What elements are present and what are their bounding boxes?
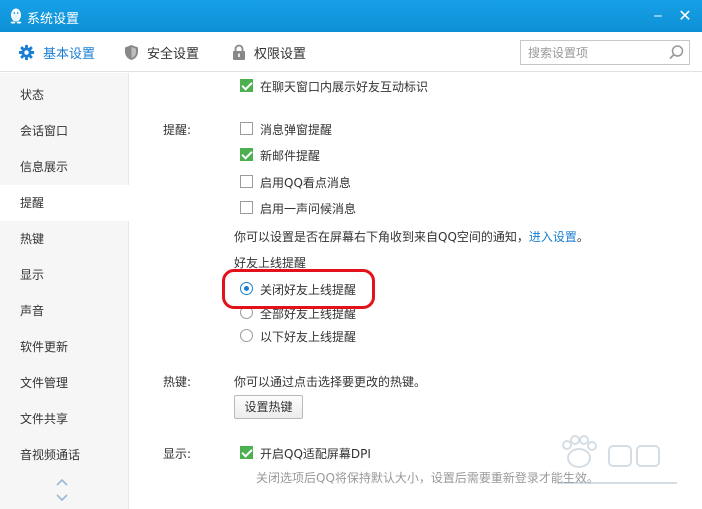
sidebar-item-file-management[interactable]: 文件管理	[0, 365, 129, 401]
message-popup-checkbox[interactable]	[240, 122, 253, 135]
gear-icon	[18, 44, 35, 60]
minimize-button[interactable]: ‒	[648, 6, 668, 26]
enter-settings-link[interactable]: 进入设置	[529, 230, 577, 244]
tab-permission-settings-label: 权限设置	[254, 46, 307, 62]
sidebar-item-info-display[interactable]: 信息展示	[0, 149, 129, 185]
sidebar-item-status[interactable]: 状态	[0, 77, 129, 113]
selected-friends-online-radio[interactable]	[240, 329, 253, 342]
sidebar-item-sound[interactable]: 声音	[0, 293, 129, 329]
sidebar-item-file-sharing[interactable]: 文件共享	[0, 401, 129, 437]
hotkeys-section-label: 热键:	[163, 375, 192, 389]
settings-content: 在聊天窗口内展示好友互动标识 提醒: 消息弹窗提醒 新邮件提醒 启用QQ看点消息…	[130, 73, 702, 509]
sidebar-item-chat-window[interactable]: 会话窗口	[0, 113, 129, 149]
message-popup-label: 消息弹窗提醒	[260, 123, 333, 137]
baidu-paw-watermark	[557, 435, 677, 484]
settings-sidebar: 状态 会话窗口 信息展示 提醒 热键 显示 声音 软件更新 文件管理 文件共享 …	[0, 73, 129, 509]
new-mail-checkbox[interactable]	[240, 148, 253, 161]
new-mail-label: 新邮件提醒	[260, 149, 321, 163]
top-toolbar: 基本设置 安全设置 权限设置	[0, 32, 702, 72]
qq-kandian-label: 启用QQ看点消息	[260, 176, 351, 190]
tab-security-settings-label: 安全设置	[147, 46, 200, 62]
greeting-message-label: 启用一声问候消息	[260, 202, 357, 216]
dpi-adapt-checkbox[interactable]	[240, 446, 253, 459]
lock-icon	[233, 44, 245, 60]
search-icon[interactable]	[668, 44, 685, 61]
reminders-section-label: 提醒:	[163, 123, 192, 137]
shield-icon	[125, 44, 138, 60]
greeting-message-checkbox[interactable]	[240, 201, 253, 214]
qzone-notice-text: 你可以设置是否在屏幕右下角收到来自QQ空间的通知，进入设置。	[234, 228, 589, 245]
window-title: 系统设置	[27, 12, 80, 27]
qq-penguin-icon	[10, 8, 22, 24]
dpi-adapt-label: 开启QQ适配屏幕DPI	[260, 447, 371, 461]
tab-security-settings[interactable]: 安全设置	[124, 32, 199, 72]
search-input[interactable]	[521, 41, 661, 64]
qzone-notice-desc: 你可以设置是否在屏幕右下角收到来自QQ空间的通知，	[234, 230, 529, 244]
title-bar: 系统设置 ‒ ✕	[0, 0, 702, 32]
tab-permission-settings[interactable]: 权限设置	[232, 32, 306, 72]
selected-friends-online-label: 以下好友上线提醒	[260, 330, 357, 344]
chevron-up-icon[interactable]	[55, 477, 69, 487]
set-hotkeys-button[interactable]: 设置热键	[234, 395, 303, 419]
qzone-notice-end: 。	[576, 230, 589, 244]
close-button[interactable]: ✕	[675, 6, 695, 26]
tab-basic-settings-label: 基本设置	[43, 46, 96, 62]
sidebar-item-hotkeys[interactable]: 热键	[0, 221, 129, 257]
sidebar-item-reminders[interactable]: 提醒	[0, 185, 129, 221]
sidebar-item-display[interactable]: 显示	[0, 257, 129, 293]
tab-basic-settings[interactable]: 基本设置	[18, 32, 95, 72]
display-section-label: 显示:	[163, 447, 192, 461]
qq-kandian-checkbox[interactable]	[240, 175, 253, 188]
sidebar-item-software-update[interactable]: 软件更新	[0, 329, 129, 365]
hotkeys-desc: 你可以通过点击选择要更改的热键。	[234, 375, 427, 389]
minimize-icon: ‒	[653, 8, 663, 24]
sidebar-item-av-call[interactable]: 音视频通话	[0, 437, 129, 473]
close-icon: ✕	[678, 6, 692, 25]
red-highlight-annotation	[222, 269, 375, 309]
show-interaction-badge-checkbox[interactable]	[240, 79, 253, 92]
show-interaction-badge-label: 在聊天窗口内展示好友互动标识	[260, 80, 429, 94]
search-box	[520, 40, 690, 65]
chevron-down-icon[interactable]	[55, 493, 69, 503]
